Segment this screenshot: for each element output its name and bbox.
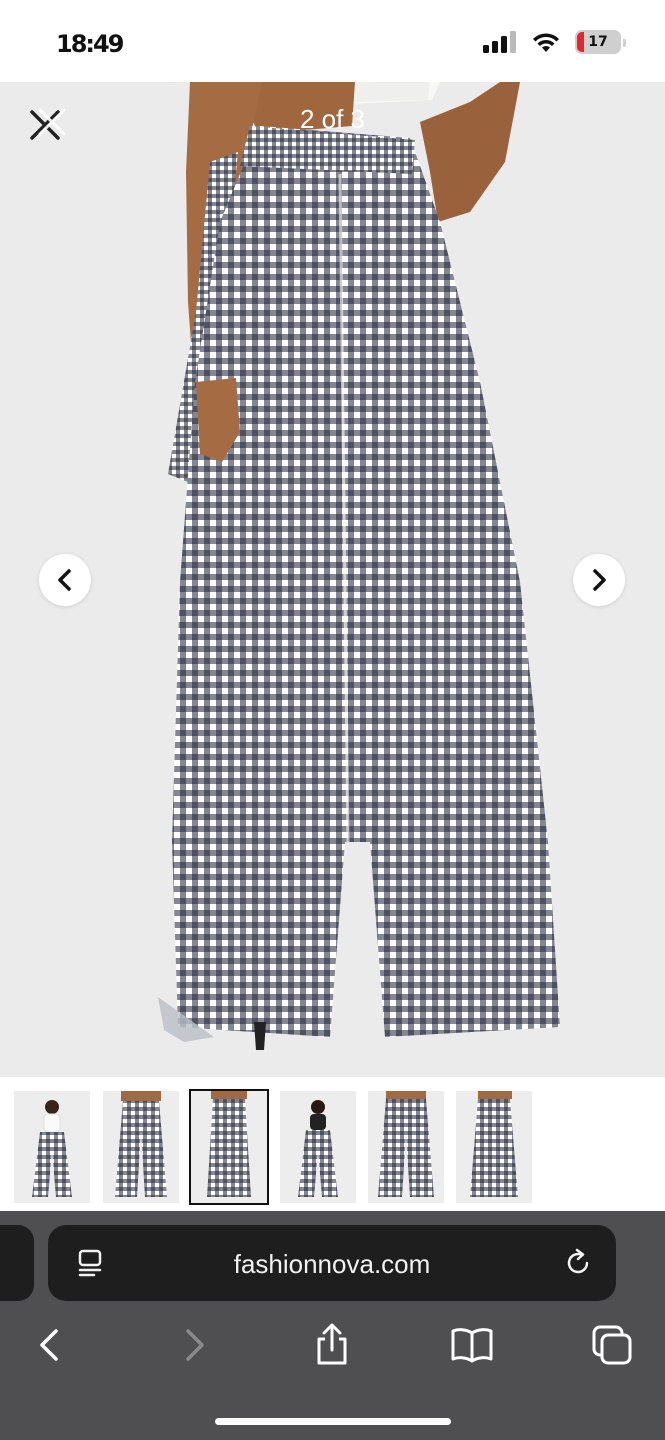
chevron-right-icon <box>593 569 606 591</box>
thumbnail-image <box>368 1091 444 1203</box>
previous-tab-peek[interactable] <box>0 1225 34 1301</box>
previous-image-button[interactable] <box>39 554 91 606</box>
thumbnail-image <box>14 1091 90 1203</box>
next-image-button[interactable] <box>573 554 625 606</box>
tabs-icon[interactable] <box>590 1323 634 1367</box>
status-time: 18:49 <box>56 30 124 58</box>
thumbnail-image <box>191 1091 267 1203</box>
home-indicator[interactable] <box>215 1418 451 1425</box>
battery-percent: 17 <box>588 34 608 50</box>
chevron-left-icon <box>58 569 71 591</box>
thumbnail-1[interactable] <box>14 1091 90 1203</box>
bookmarks-icon[interactable] <box>450 1323 494 1367</box>
status-bar: 18:49 17 <box>0 0 665 82</box>
thumbnail-image <box>456 1091 532 1203</box>
thumbnail-2[interactable] <box>103 1091 179 1203</box>
thumbnail-image <box>280 1091 356 1203</box>
address-bar[interactable]: fashionnova.com <box>48 1225 616 1301</box>
back-icon[interactable] <box>28 1323 72 1367</box>
product-photo <box>158 82 560 1050</box>
thumbnail-5[interactable] <box>368 1091 444 1203</box>
status-icons: 17 <box>483 30 626 54</box>
thumbnail-strip <box>0 1077 665 1211</box>
wifi-icon <box>533 33 559 52</box>
screen: 18:49 17 2 of 3 fashionnova.com <box>0 0 665 1440</box>
thumbnail-3[interactable] <box>189 1089 269 1205</box>
reload-icon[interactable] <box>562 1247 594 1279</box>
share-icon[interactable] <box>310 1323 354 1367</box>
product-image-viewer[interactable]: 2 of 3 <box>0 82 665 1077</box>
browser-chrome: fashionnova.com <box>0 1211 665 1440</box>
thumbnail-image <box>103 1091 179 1203</box>
battery-icon: 17 <box>575 30 626 54</box>
thumbnail-6[interactable] <box>456 1091 532 1203</box>
url-text[interactable]: fashionnova.com <box>48 1249 616 1280</box>
image-counter: 2 of 3 <box>299 104 366 134</box>
thumbnail-4[interactable] <box>280 1091 356 1203</box>
forward-icon[interactable] <box>172 1323 216 1367</box>
cellular-signal-icon <box>483 31 516 53</box>
